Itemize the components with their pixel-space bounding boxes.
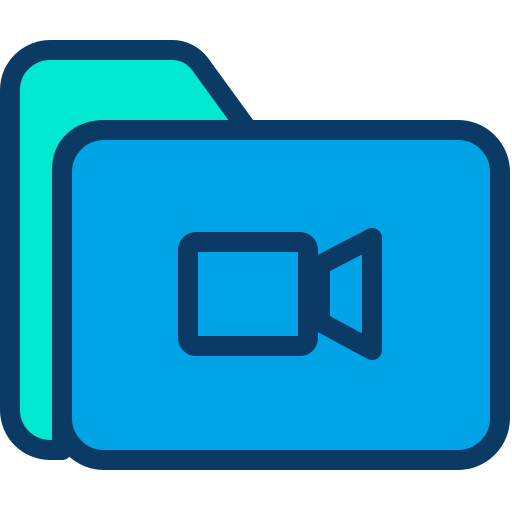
icon-canvas <box>0 0 512 512</box>
folder-front-icon <box>52 120 510 470</box>
video-folder-icon <box>0 40 510 470</box>
